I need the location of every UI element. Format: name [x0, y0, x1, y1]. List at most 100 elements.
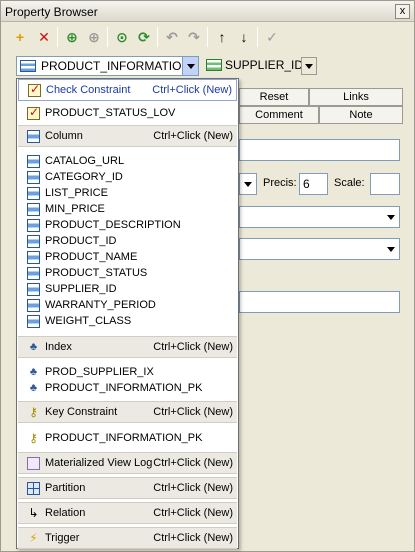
column-icon [27, 203, 40, 216]
precis-input[interactable]: 6 [299, 173, 328, 195]
list-item[interactable]: PRODUCT_NAME [18, 250, 237, 266]
green-refresh-icon[interactable]: ⟳ [135, 28, 153, 46]
column-icon [27, 187, 40, 200]
combo-dropdown-button[interactable] [182, 57, 198, 75]
arrow-up-icon[interactable]: ↑ [213, 28, 231, 46]
column-icon [27, 171, 40, 184]
table-icon [20, 60, 36, 72]
column-label: Column [45, 130, 83, 142]
name-field[interactable] [239, 139, 400, 161]
column-icon [27, 315, 40, 328]
column-icon [27, 130, 40, 143]
redo-icon[interactable]: ↷ [185, 28, 203, 46]
index-icon: ♣ [29, 366, 38, 378]
green-circle-icon[interactable]: ⊙ [113, 28, 131, 46]
list-item-label: PRODUCT_STATUS_LOV [45, 107, 176, 119]
partition-icon [27, 482, 40, 495]
list-item-label: SUPPLIER_ID [45, 283, 117, 295]
column-shortcut: Ctrl+Click (New) [153, 130, 233, 142]
secondary-object-name: SUPPLIER_ID [225, 58, 304, 72]
check-constraint-shortcut: Ctrl+Click (New) [152, 84, 232, 96]
toolbar-separator [57, 27, 58, 47]
relation-icon: ↳ [28, 506, 39, 520]
partition-label: Partition [45, 482, 86, 494]
check-constraint-header[interactable]: Check Constraint Ctrl+Click (New) [18, 79, 237, 101]
key-constraint-header[interactable]: ⚷ Key Constraint Ctrl+Click (New) [18, 401, 237, 423]
relation-label: Relation [45, 507, 86, 519]
gray-add-icon[interactable]: ⊕ [85, 28, 103, 46]
toolbar-separator [107, 27, 108, 47]
check-icon[interactable]: ✓ [263, 28, 281, 46]
property-select-1[interactable] [239, 206, 400, 228]
arrow-down-icon[interactable]: ↓ [235, 28, 253, 46]
key-constraint-label: Key Constraint [45, 406, 118, 418]
list-item[interactable]: WEIGHT_CLASS [18, 314, 237, 330]
list-item-label: CATEGORY_ID [45, 171, 123, 183]
list-item[interactable]: LIST_PRICE [18, 186, 237, 202]
column-header[interactable]: Column Ctrl+Click (New) [18, 125, 237, 147]
list-item[interactable]: PRODUCT_ID [18, 234, 237, 250]
check-constraint-icon [27, 105, 40, 120]
toolbar-separator [157, 27, 158, 47]
list-item[interactable]: ♣ PROD_SUPPLIER_IX [18, 365, 237, 381]
property-panel: Reset Links Comment Note Precis: 6 Scale… [239, 85, 403, 545]
tab-links[interactable]: Links [309, 88, 403, 106]
list-item-label: PRODUCT_INFORMATION_PK [45, 382, 203, 394]
relation-header[interactable]: ↳ Relation Ctrl+Click (New) [18, 502, 237, 524]
list-item[interactable]: CATEGORY_ID [18, 170, 237, 186]
materialized-view-log-label: Materialized View Log [45, 457, 153, 469]
close-button[interactable]: x [395, 4, 410, 19]
list-item[interactable]: ⚷ PRODUCT_INFORMATION_PK [18, 431, 237, 447]
toolbar-separator [257, 27, 258, 47]
list-item-label: CATALOG_URL [45, 155, 125, 167]
key-icon: ⚷ [29, 431, 38, 445]
secondary-dropdown-button[interactable] [301, 57, 317, 75]
property-field[interactable] [239, 291, 400, 313]
materialized-view-log-header[interactable]: Materialized View Log Ctrl+Click (New) [18, 452, 237, 474]
precis-label: Precis: [263, 177, 297, 189]
column-icon [27, 219, 40, 232]
list-item[interactable]: ♣ PRODUCT_INFORMATION_PK [18, 381, 237, 397]
column-icon [27, 283, 40, 296]
object-selector-bar: PRODUCT_INFORMATION SUPPLIER_ID [1, 54, 414, 78]
index-label: Index [45, 341, 72, 353]
scale-input[interactable] [370, 173, 400, 195]
list-item[interactable]: SUPPLIER_ID [18, 282, 237, 298]
list-item-label: PRODUCT_INFORMATION_PK [45, 432, 203, 444]
list-item[interactable]: PRODUCT_DESCRIPTION [18, 218, 237, 234]
list-item[interactable]: MIN_PRICE [18, 202, 237, 218]
trigger-header[interactable]: ⚡ Trigger Ctrl+Click (New) [18, 527, 237, 549]
add-icon[interactable]: + [11, 28, 29, 46]
key-constraint-shortcut: Ctrl+Click (New) [153, 406, 233, 418]
property-select-2[interactable] [239, 238, 400, 260]
green-add-icon[interactable]: ⊕ [63, 28, 81, 46]
column-icon [27, 251, 40, 264]
partition-header[interactable]: Partition Ctrl+Click (New) [18, 477, 237, 499]
datatype-select[interactable] [239, 173, 257, 195]
list-item-label: PRODUCT_ID [45, 235, 117, 247]
key-icon: ⚷ [29, 405, 38, 419]
toolbar: + ✕ ⊕ ⊕ ⊙ ⟳ ↶ ↷ ↑ ↓ ✓ [1, 23, 414, 51]
delete-icon[interactable]: ✕ [35, 28, 53, 46]
list-item[interactable]: WARRANTY_PERIOD [18, 298, 237, 314]
materialized-view-log-shortcut: Ctrl+Click (New) [153, 457, 233, 469]
column-icon [206, 59, 222, 71]
tab-comment[interactable]: Comment [239, 106, 319, 124]
list-item-label: PROD_SUPPLIER_IX [45, 366, 154, 378]
materialized-view-log-icon [27, 457, 40, 470]
tab-reset[interactable]: Reset [239, 88, 309, 106]
index-header[interactable]: ♣ Index Ctrl+Click (New) [18, 336, 237, 358]
object-combo[interactable]: PRODUCT_INFORMATION [16, 56, 199, 76]
list-item[interactable]: PRODUCT_STATUS [18, 266, 237, 282]
object-name: PRODUCT_INFORMATION [41, 59, 191, 73]
undo-icon[interactable]: ↶ [163, 28, 181, 46]
index-icon: ♣ [29, 341, 38, 353]
trigger-label: Trigger [45, 532, 80, 544]
toolbar-separator [207, 27, 208, 47]
column-icon [27, 267, 40, 280]
column-icon [27, 235, 40, 248]
trigger-shortcut: Ctrl+Click (New) [153, 532, 233, 544]
list-item[interactable]: PRODUCT_STATUS_LOV [18, 105, 237, 122]
tab-note[interactable]: Note [319, 106, 403, 124]
list-item[interactable]: CATALOG_URL [18, 154, 237, 170]
